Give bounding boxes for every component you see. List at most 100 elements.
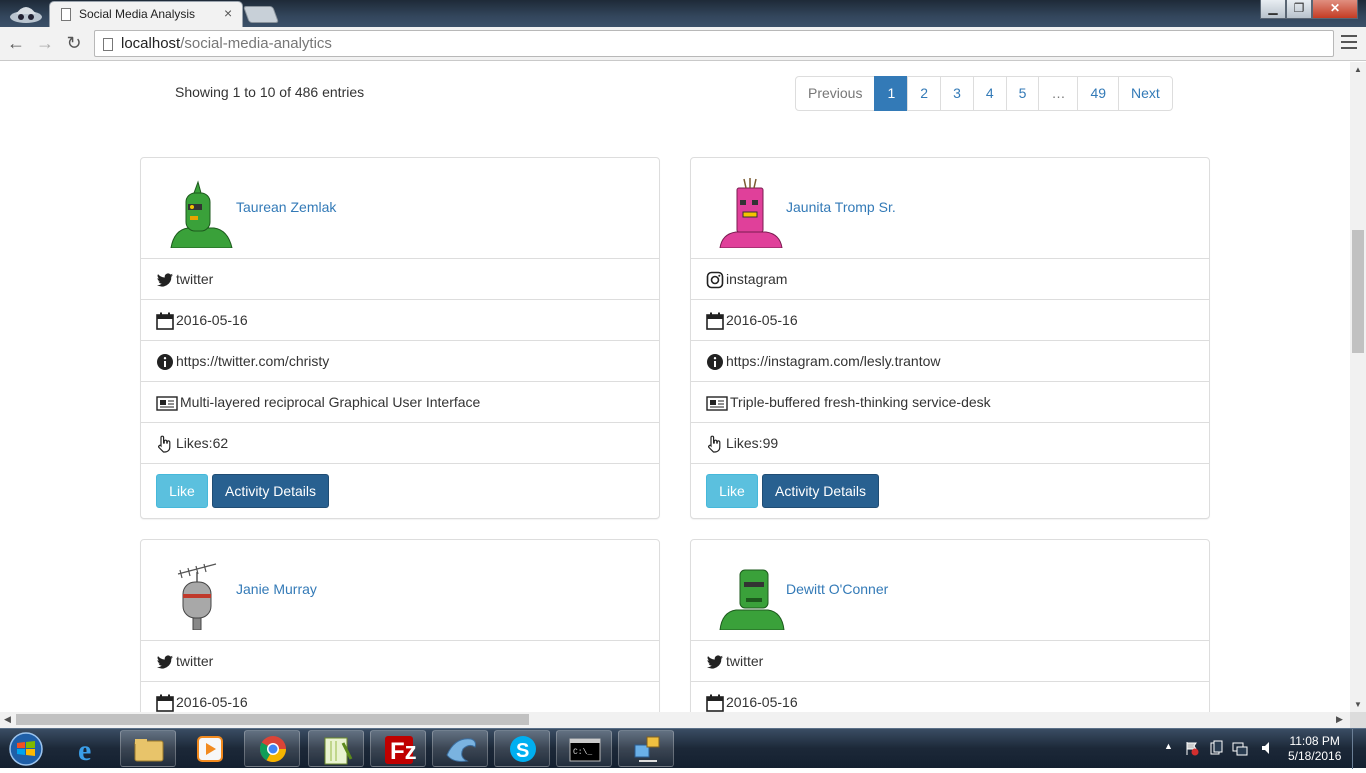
browser-menu-icon[interactable] [1341,35,1357,51]
likes-row: Likes:62 [141,423,659,464]
robot-avatar [719,569,785,630]
browser-tab[interactable]: Social Media Analysis × [49,1,243,27]
page-viewport: Showing 1 to 10 of 486 entries Previous … [0,62,1350,712]
network-row: twitter [141,259,659,300]
calendar-icon [706,694,724,712]
date-row: 2016-05-16 [691,300,1209,341]
robot-avatar [170,180,233,248]
twitter-icon [707,655,723,669]
post-date: 2016-05-16 [726,694,798,710]
like-button[interactable]: Like [156,474,208,508]
horizontal-scrollbar[interactable]: ◀ ▶ [0,712,1350,728]
activity-card: Janie Murray twitter 2016-05-16 [140,539,660,712]
hand-pointer-icon [708,435,721,453]
robot-avatar [719,178,783,248]
network-icon[interactable] [1232,740,1248,756]
card-header: Dewitt O'Conner [691,540,1209,641]
clock[interactable]: 11:08 PM 5/18/2016 [1288,734,1341,764]
skype-icon[interactable]: S [494,730,550,767]
action-center-flag-icon[interactable] [1184,740,1200,756]
scroll-up-icon[interactable]: ▲ [1354,65,1362,74]
activity-details-button[interactable]: Activity Details [762,474,879,508]
svg-text:S: S [516,740,529,762]
scroll-right-icon[interactable]: ▶ [1336,714,1343,725]
info-icon [157,354,173,370]
url-host: localhost [121,35,181,52]
chrome-icon[interactable] [244,730,300,767]
post-description: Multi-layered reciprocal Graphical User … [180,394,481,410]
svg-text:Fz: Fz [390,738,417,765]
incognito-icon [10,7,42,23]
page-icon [61,8,71,21]
pagination-page-3[interactable]: 3 [940,76,974,111]
horizontal-scroll-thumb[interactable] [16,714,529,725]
scroll-left-icon[interactable]: ◀ [4,714,11,725]
post-date: 2016-05-16 [176,694,248,710]
card-header: Jaunita Tromp Sr. [691,158,1209,259]
minimize-button[interactable]: ▁ [1260,0,1286,19]
device-icon[interactable] [1208,740,1224,756]
address-bar[interactable]: localhost/social-media-analytics [94,30,1334,57]
like-button[interactable]: Like [706,474,758,508]
show-desktop-button[interactable] [1352,729,1366,769]
url-text: localhost/social-media-analytics [121,35,332,52]
command-prompt-icon[interactable]: C:\_ [556,730,612,767]
entries-info: Showing 1 to 10 of 486 entries [175,84,365,100]
pagination-page-49[interactable]: 49 [1077,76,1120,111]
author-name-link[interactable]: Dewitt O'Conner [786,581,888,597]
pagination-page-4[interactable]: 4 [972,76,1007,111]
reload-icon[interactable]: ↻ [63,33,85,55]
activity-card: Jaunita Tromp Sr. instagram 2016-05-16 h… [690,157,1210,519]
clock-date: 5/18/2016 [1288,749,1342,763]
file-explorer-icon[interactable] [120,730,176,767]
url-row: https://instagram.com/lesly.trantow [691,341,1209,382]
volume-icon[interactable] [1260,740,1276,756]
pagination-previous[interactable]: Previous [795,76,876,111]
card-header: Taurean Zemlak [141,158,659,259]
pagination-page-5[interactable]: 5 [1005,76,1040,111]
notepad-plus-plus-icon[interactable] [308,730,364,767]
pagination-page-1[interactable]: 1 [874,76,909,111]
tab-close-icon[interactable]: × [224,5,232,21]
profile-url: https://twitter.com/christy [176,353,330,369]
scroll-down-icon[interactable]: ▼ [1354,700,1362,709]
internet-explorer-icon[interactable]: e [62,730,118,767]
system-tray: ▲ 11:08 PM 5/18/2016 [1160,729,1366,769]
newspaper-icon [156,396,178,411]
mysql-workbench-icon[interactable] [432,730,488,767]
media-player-icon[interactable] [182,730,238,767]
browser-toolbar: ← → ↻ localhost/social-media-analytics [0,27,1366,61]
pagination-page-2[interactable]: 2 [907,76,942,111]
card-actions: Like Activity Details [141,464,659,518]
back-icon[interactable]: ← [5,33,27,55]
pagination-next[interactable]: Next [1118,76,1173,111]
author-name-link[interactable]: Taurean Zemlak [236,199,336,215]
vertical-scrollbar[interactable]: ▲ ▼ [1350,62,1366,712]
description-row: Multi-layered reciprocal Graphical User … [141,382,659,423]
author-name-link[interactable]: Janie Murray [236,581,317,597]
network-name: twitter [726,653,764,669]
twitter-icon [157,655,173,669]
forward-icon[interactable]: → [34,33,56,55]
svg-text:e: e [78,734,91,767]
window-controls: ▁ ❐ ✕ [1260,0,1366,20]
new-tab-button[interactable] [242,6,280,23]
network-row: twitter [691,641,1209,682]
author-name-link[interactable]: Jaunita Tromp Sr. [786,199,896,215]
maximize-button[interactable]: ❐ [1286,0,1312,19]
hand-pointer-icon [158,435,171,453]
instagram-icon [706,271,724,289]
start-button-icon[interactable] [4,729,48,769]
profile-url: https://instagram.com/lesly.trantow [726,353,941,369]
newspaper-icon [706,396,728,411]
activity-details-button[interactable]: Activity Details [212,474,329,508]
network-name: twitter [176,271,214,287]
url-row: https://twitter.com/christy [141,341,659,382]
vertical-scroll-thumb[interactable] [1352,230,1364,353]
filezilla-icon[interactable]: Fz [370,730,426,767]
network-tool-icon[interactable] [618,730,674,767]
pagination: Previous 1 2 3 4 5 … 49 Next [795,76,1173,111]
close-window-button[interactable]: ✕ [1312,0,1358,19]
info-icon [707,354,723,370]
show-hidden-icons-icon[interactable]: ▲ [1164,741,1173,751]
